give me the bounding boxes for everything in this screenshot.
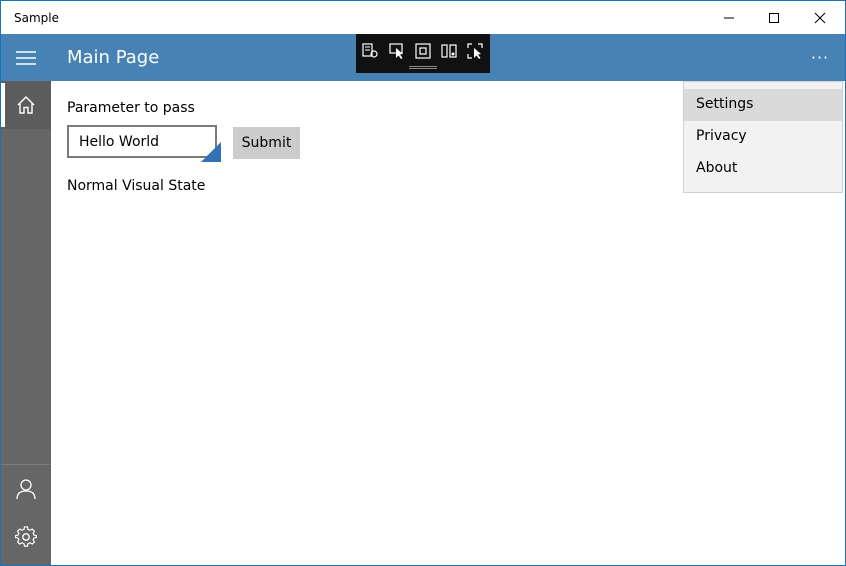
selection-indicator — [1, 83, 5, 127]
gear-icon — [15, 526, 37, 547]
minimize-icon — [724, 17, 734, 18]
maximize-button[interactable] — [751, 1, 797, 34]
rail-item-home[interactable] — [1, 81, 51, 129]
menu-item-settings[interactable]: Settings — [684, 89, 842, 121]
input-resize-corner — [201, 142, 221, 162]
parameter-label: Parameter to pass — [67, 100, 195, 116]
select-element-button[interactable] — [387, 41, 407, 61]
hamburger-button[interactable] — [1, 34, 51, 81]
hamburger-icon — [16, 50, 36, 65]
live-visual-tree-button[interactable] — [360, 41, 380, 61]
track-focus-icon — [441, 44, 457, 58]
menu-item-about[interactable]: About — [684, 153, 842, 185]
visual-state-label: Normal Visual State — [67, 178, 206, 194]
hot-reload-button[interactable] — [465, 41, 485, 61]
minimize-button[interactable] — [706, 1, 752, 34]
user-icon — [16, 479, 36, 500]
track-focus-button[interactable] — [439, 41, 459, 61]
more-button[interactable]: ··· — [797, 34, 843, 81]
parameter-input[interactable] — [67, 125, 217, 158]
maximize-icon — [769, 12, 779, 23]
layout-adorners-button[interactable] — [413, 41, 433, 61]
close-icon — [814, 12, 826, 23]
title-bar: Sample — [1, 1, 845, 34]
app-window: Sample Main Page ··· Parameter to pass H… — [0, 0, 846, 566]
home-icon — [17, 96, 35, 114]
navigation-rail — [1, 81, 51, 565]
toolbar-drag-handle[interactable] — [409, 66, 437, 69]
display-layout-adorners-icon — [415, 43, 431, 59]
debug-toolbar — [356, 34, 490, 73]
rail-item-settings[interactable] — [1, 513, 51, 561]
overflow-menu: Settings Privacy About — [683, 81, 843, 193]
select-element-icon — [389, 43, 403, 59]
window-title: Sample — [14, 11, 59, 25]
live-visual-tree-icon — [362, 43, 378, 58]
hot-reload-icon — [467, 43, 483, 59]
submit-button[interactable]: Submit — [233, 127, 300, 159]
page-title: Main Page — [67, 47, 160, 68]
close-button[interactable] — [797, 1, 843, 34]
rail-item-account[interactable] — [1, 465, 51, 513]
menu-item-privacy[interactable]: Privacy — [684, 121, 842, 153]
